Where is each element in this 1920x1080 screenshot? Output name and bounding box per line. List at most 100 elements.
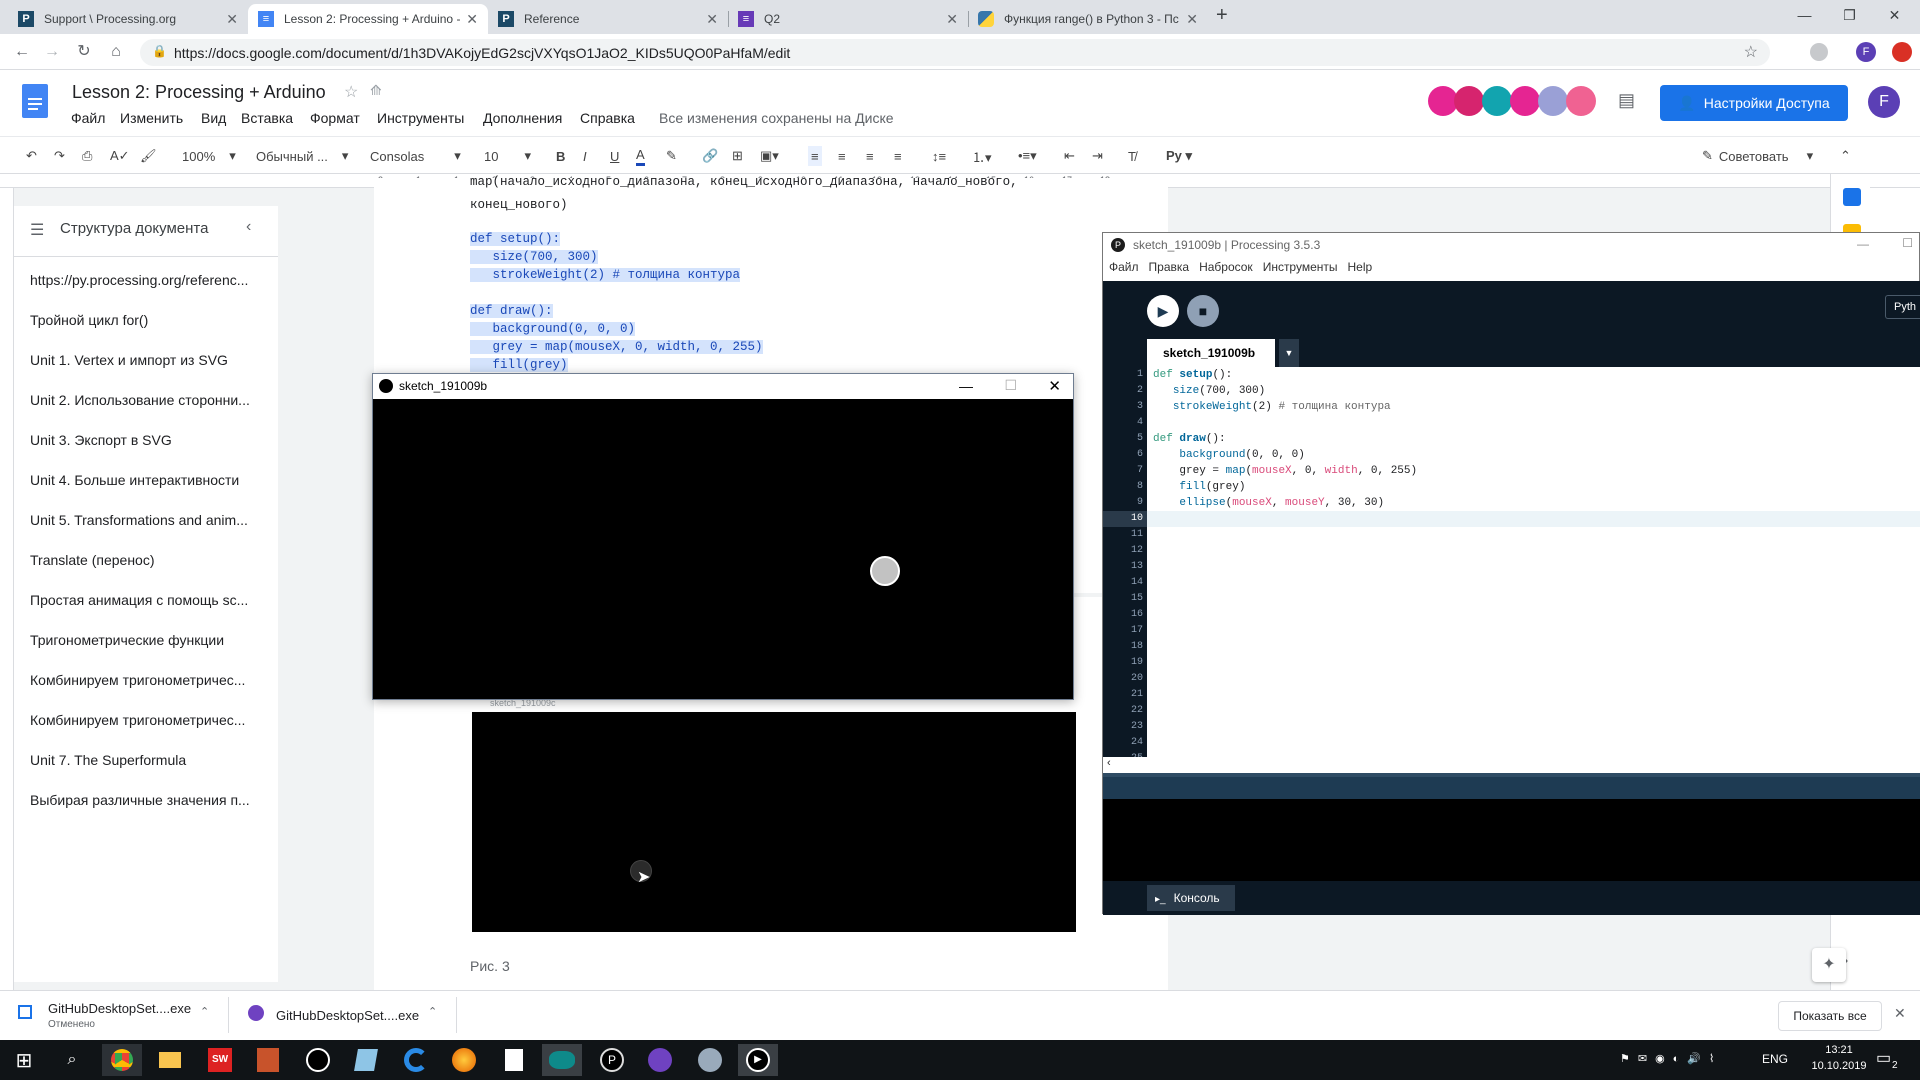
clear-formatting-icon[interactable]: T̸ [1128, 146, 1136, 166]
close-icon[interactable]: ✕ [466, 11, 478, 28]
browser-tab[interactable]: P Support \ Processing.org ✕ [8, 4, 248, 34]
show-all-downloads-button[interactable]: Показать все [1778, 1001, 1882, 1031]
home-icon[interactable]: ⌂ [106, 42, 126, 62]
download-filename[interactable]: GitHubDesktopSet....exe [276, 1008, 419, 1023]
doc-title[interactable]: Lesson 2: Processing + Arduino [72, 82, 326, 103]
close-window-icon[interactable]: ✕ [1872, 0, 1917, 30]
font-select[interactable]: Consolas ▾ [370, 146, 461, 166]
extension-icon[interactable] [1810, 43, 1828, 61]
numbered-list-icon[interactable]: ⒈▾ [972, 146, 992, 166]
align-left-icon[interactable]: ≡ [808, 146, 822, 166]
italic-icon[interactable]: I [583, 146, 587, 166]
processing-menu-item[interactable]: Инструменты [1263, 260, 1338, 274]
font-size-select[interactable]: 10 ▾ [484, 146, 536, 166]
minimize-icon[interactable]: — [1782, 0, 1827, 30]
notification-icon[interactable]: ▭ [1876, 1048, 1891, 1068]
notepad-icon[interactable] [346, 1044, 386, 1076]
outline-item[interactable]: Простая анимация с помощь sc... [30, 592, 270, 608]
style-select[interactable]: Обычный ... ▾ [256, 146, 354, 166]
suggest-mode-select[interactable]: ✎ Советовать ▾ [1702, 146, 1813, 166]
bold-icon[interactable]: B [556, 146, 565, 166]
omnibox[interactable]: 🔒 https://docs.google.com/document/d/1h3… [140, 39, 1770, 66]
collaborator-avatar[interactable] [1454, 86, 1484, 116]
menu-view[interactable]: Вид [201, 110, 226, 126]
maximize-icon[interactable]: ☐ [1004, 377, 1017, 394]
doc-code-line[interactable]: grey = map(mouseX, 0, width, 0, 255) [470, 340, 763, 354]
browser-tab-active[interactable]: ≡ Lesson 2: Processing + Arduino - ✕ [248, 4, 488, 34]
align-right-icon[interactable]: ≡ [866, 146, 874, 166]
console-area[interactable] [1103, 799, 1920, 881]
file-explorer-icon[interactable] [150, 1044, 190, 1076]
doc-code-line[interactable]: def draw(): [470, 304, 553, 318]
star-icon[interactable]: ☆ [344, 82, 358, 102]
menu-file[interactable]: Файл [71, 110, 105, 126]
close-icon[interactable]: ✕ [1186, 11, 1198, 28]
menu-addons[interactable]: Дополнения [483, 110, 562, 126]
github-desktop-taskbar-icon[interactable] [640, 1044, 680, 1076]
browser-tab[interactable]: ≡ Q2 ✕ [728, 4, 968, 34]
outline-item[interactable]: Unit 3. Экспорт в SVG [30, 432, 270, 448]
processing-menu-item[interactable]: Файл [1109, 260, 1139, 274]
input-tools-icon[interactable]: Pу ▾ [1166, 146, 1192, 166]
arduino-ide-icon[interactable] [542, 1044, 582, 1076]
doc-code-line[interactable]: def setup(): [470, 232, 561, 246]
figure-caption[interactable]: Рис. 3 [470, 958, 510, 974]
spellcheck-icon[interactable]: A✓ [110, 146, 130, 166]
fritzing-icon[interactable] [248, 1044, 288, 1076]
editor-tab[interactable]: sketch_191009b [1147, 339, 1275, 367]
account-avatar[interactable]: F [1868, 86, 1900, 118]
doc-code-line[interactable]: fill(grey) [470, 358, 568, 372]
increase-indent-icon[interactable]: ⇥ [1092, 146, 1103, 166]
close-icon[interactable]: ✕ [1048, 377, 1061, 395]
outline-item[interactable]: Тройной цикл for() [30, 312, 270, 328]
profile-avatar[interactable]: F [1856, 42, 1876, 62]
inkscape-icon[interactable] [298, 1044, 338, 1076]
save-status[interactable]: Все изменения сохранены на Диске [659, 110, 894, 126]
horizontal-scrollbar[interactable]: ‹ [1103, 757, 1920, 773]
minimize-icon[interactable]: — [959, 378, 973, 394]
menu-format[interactable]: Формат [310, 110, 360, 126]
bulleted-list-icon[interactable]: •≡▾ [1018, 146, 1037, 166]
bookmark-star-icon[interactable]: ☆ [1744, 42, 1758, 62]
doc-code-line[interactable]: background(0, 0, 0) [470, 322, 636, 336]
share-button[interactable]: 👤 Настройки Доступа [1660, 85, 1848, 121]
page-text-line[interactable]: map(начало_исходного_диапазона, конец_ис… [470, 175, 1018, 189]
restore-icon[interactable]: ❐ [1827, 0, 1872, 30]
tray-icons[interactable]: ⚑✉◉◐🔊⌇ [1620, 1052, 1722, 1065]
menu-insert[interactable]: Вставка [241, 110, 293, 126]
run-button[interactable]: ▶ [1147, 295, 1179, 327]
close-download-bar-icon[interactable]: ✕ [1894, 1005, 1906, 1022]
text-color-icon[interactable]: A [636, 146, 645, 166]
paint-format-icon[interactable]: 🖌 [140, 146, 157, 166]
decrease-indent-icon[interactable]: ⇤ [1064, 146, 1075, 166]
menu-tools[interactable]: Инструменты [377, 110, 464, 126]
explore-button[interactable]: ✦ [1812, 948, 1846, 982]
move-to-folder-icon[interactable]: ⟰ [370, 82, 382, 99]
link-icon[interactable]: 🔗 [702, 146, 718, 166]
calendar-icon[interactable] [1843, 188, 1861, 206]
maximize-icon[interactable]: ☐ [1902, 236, 1913, 250]
undo-icon[interactable]: ↶ [26, 146, 37, 166]
outline-item[interactable]: Unit 5. Transformations and anim... [30, 512, 270, 528]
processing-menu-item[interactable]: Набросок [1199, 260, 1253, 274]
close-icon[interactable]: ✕ [706, 11, 718, 28]
processing-menu-item[interactable]: Help [1348, 260, 1373, 274]
redo-icon[interactable]: ↷ [54, 146, 65, 166]
chrome-icon[interactable] [102, 1044, 142, 1076]
justify-icon[interactable]: ≡ [894, 146, 902, 166]
tab-menu-icon[interactable]: ▼ [1279, 339, 1299, 367]
comment-add-icon[interactable]: ⊞ [732, 146, 743, 166]
new-tab-button[interactable]: + [1216, 4, 1228, 27]
align-center-icon[interactable]: ≡ [838, 146, 846, 166]
outline-item[interactable]: Комбинируем тригонометричес... [30, 672, 270, 688]
settings-app-icon[interactable] [690, 1044, 730, 1076]
outline-item[interactable]: Unit 7. The Superformula [30, 752, 270, 768]
menu-edit[interactable]: Изменить [120, 110, 183, 126]
google-docs-logo-icon[interactable] [22, 84, 48, 118]
browser-tab[interactable]: Функция range() в Python 3 - Пс ✕ [968, 4, 1208, 34]
collaborator-avatar[interactable] [1566, 86, 1596, 116]
outline-item[interactable]: Unit 2. Использование сторонни... [30, 392, 270, 408]
collaborator-avatar[interactable] [1510, 86, 1540, 116]
minimize-icon[interactable]: — [1857, 237, 1869, 251]
download-menu-icon[interactable]: ⌃ [428, 1005, 437, 1018]
